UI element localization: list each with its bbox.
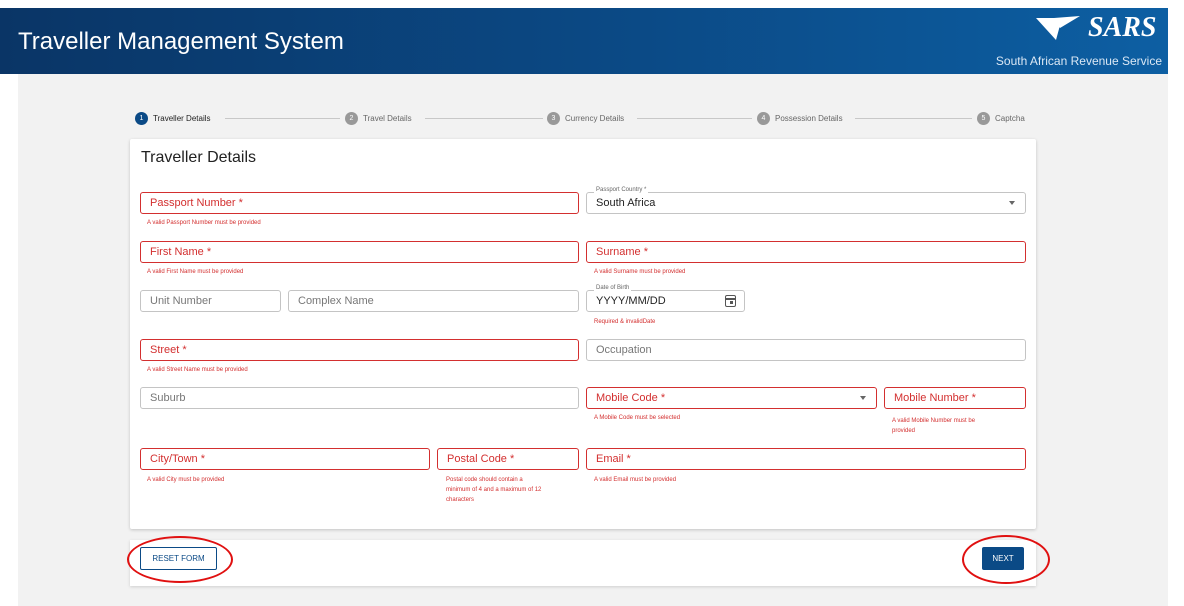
email-input[interactable]: Email * — [586, 448, 1026, 470]
traveller-details-card: Traveller Details Passport Number * A va… — [130, 139, 1036, 529]
step-connector — [425, 118, 543, 119]
step-possession-details[interactable]: 4 Possession Details — [757, 112, 843, 125]
passport-number-input[interactable]: Passport Number * — [140, 192, 579, 214]
city-town-input[interactable]: City/Town * — [140, 448, 430, 470]
suburb-input[interactable]: Suburb — [140, 387, 579, 409]
mobile-number-error: A valid Mobile Number must be provided — [892, 416, 975, 436]
surname-input[interactable]: Surname * — [586, 241, 1026, 263]
reset-highlight-ring — [127, 536, 233, 583]
passport-country-value: South Africa — [596, 197, 656, 209]
stepper: 1 Traveller Details 2 Travel Details 3 C… — [135, 112, 1035, 126]
street-error: A valid Street Name must be provided — [147, 367, 248, 373]
step-number: 5 — [977, 112, 990, 125]
step-travel-details[interactable]: 2 Travel Details — [345, 112, 412, 125]
passport-country-select[interactable]: Passport Country * South Africa — [586, 187, 1026, 214]
postal-code-error: Postal code should contain a minimum of … — [446, 475, 541, 505]
step-label: Currency Details — [565, 114, 625, 123]
mobile-number-error-line: A valid Mobile Number must be — [892, 418, 976, 424]
complex-name-placeholder: Complex Name — [298, 295, 374, 307]
postal-code-error-line: characters — [446, 497, 475, 503]
logo-subtitle: South African Revenue Service — [995, 54, 1162, 68]
complex-name-input[interactable]: Complex Name — [288, 290, 579, 312]
date-of-birth-input[interactable]: Date of Birth YYYY/MM/DD — [586, 285, 745, 312]
step-traveller-details[interactable]: 1 Traveller Details — [135, 112, 211, 125]
suburb-placeholder: Suburb — [150, 392, 186, 404]
form-actions: RESET FORM NEXT — [130, 540, 1036, 586]
postal-code-error-line: Postal code should contain a — [446, 477, 523, 483]
step-captcha[interactable]: 5 Captcha — [977, 112, 1025, 125]
unit-number-placeholder: Unit Number — [150, 295, 212, 307]
first-name-placeholder: First Name * — [150, 246, 212, 258]
mobile-code-error: A Mobile Code must be selected — [594, 415, 681, 421]
calendar-icon[interactable] — [725, 295, 736, 307]
postal-code-placeholder: Postal Code * — [447, 453, 515, 465]
step-connector — [637, 118, 752, 119]
step-currency-details[interactable]: 3 Currency Details — [547, 112, 624, 125]
dropdown-arrow-icon — [860, 396, 866, 400]
step-label: Travel Details — [363, 114, 412, 123]
date-of-birth-label: Date of Birth — [594, 285, 632, 291]
passport-number-error: A valid Passport Number must be provided — [147, 220, 261, 226]
postal-code-input[interactable]: Postal Code * — [437, 448, 579, 470]
mobile-number-placeholder: Mobile Number * — [894, 392, 976, 404]
step-number: 2 — [345, 112, 358, 125]
step-number: 4 — [757, 112, 770, 125]
first-name-error: A valid First Name must be provided — [147, 269, 244, 275]
email-error: A valid Email must be provided — [594, 477, 677, 483]
app-header: Traveller Management System SARS South A… — [0, 8, 1168, 74]
step-label: Traveller Details — [153, 114, 211, 123]
surname-error: A valid Surname must be provided — [594, 269, 686, 275]
passport-number-placeholder: Passport Number * — [150, 197, 243, 209]
step-number: 3 — [547, 112, 560, 125]
form-title: Traveller Details — [141, 149, 256, 166]
mobile-number-input[interactable]: Mobile Number * — [884, 387, 1026, 409]
step-connector — [225, 118, 340, 119]
mobile-code-select[interactable]: Mobile Code * — [586, 387, 877, 409]
step-label: Captcha — [995, 114, 1025, 123]
date-of-birth-error: Required & invalidDate — [594, 319, 656, 325]
street-placeholder: Street * — [150, 344, 187, 356]
unit-number-input[interactable]: Unit Number — [140, 290, 281, 312]
city-town-placeholder: City/Town * — [150, 453, 206, 465]
dropdown-arrow-icon — [1009, 201, 1015, 205]
step-label: Possession Details — [775, 114, 843, 123]
surname-placeholder: Surname * — [596, 246, 648, 258]
city-town-error: A valid City must be provided — [147, 477, 225, 483]
occupation-placeholder: Occupation — [596, 344, 652, 356]
next-highlight-ring — [962, 535, 1050, 584]
mobile-number-error-line: provided — [892, 428, 916, 434]
occupation-input[interactable]: Occupation — [586, 339, 1026, 361]
step-connector — [855, 118, 972, 119]
sars-bird-icon — [1036, 16, 1080, 40]
app-title: Traveller Management System — [18, 28, 344, 55]
passport-country-label: Passport Country * — [594, 187, 649, 193]
email-placeholder: Email * — [596, 453, 631, 465]
logo-text: SARS — [1088, 12, 1157, 43]
mobile-code-placeholder: Mobile Code * — [596, 392, 666, 404]
step-number: 1 — [135, 112, 148, 125]
first-name-input[interactable]: First Name * — [140, 241, 579, 263]
date-of-birth-value: YYYY/MM/DD — [596, 295, 666, 307]
sars-logo: SARS South African Revenue Service — [992, 12, 1162, 72]
street-input[interactable]: Street * — [140, 339, 579, 361]
postal-code-error-line: minimum of 4 and a maximum of 12 — [446, 487, 542, 493]
